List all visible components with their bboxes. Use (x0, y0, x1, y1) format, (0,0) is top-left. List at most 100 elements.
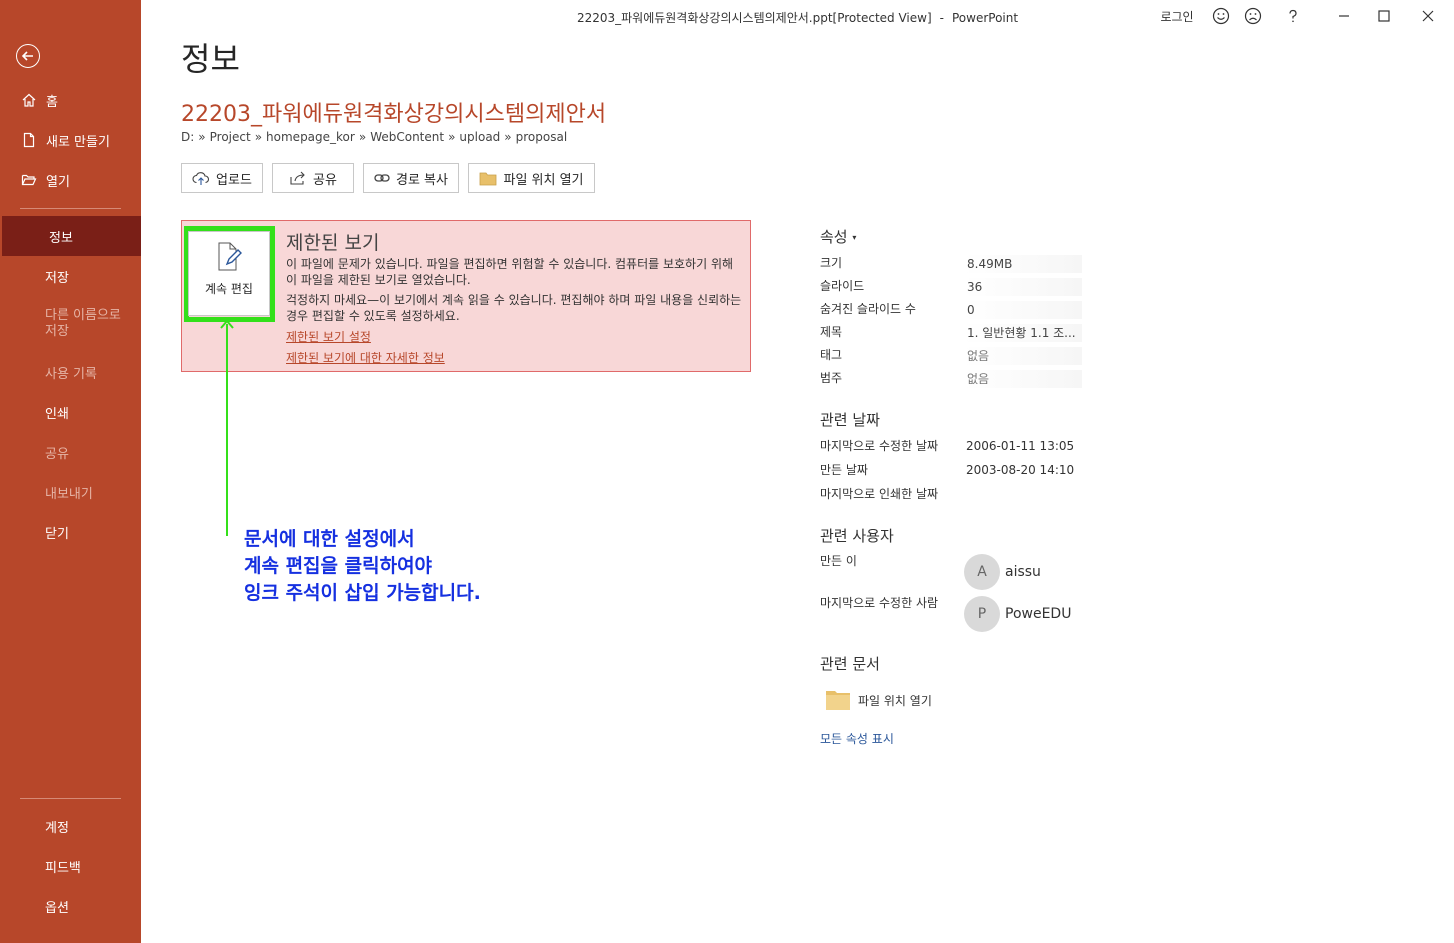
related-people-header: 관련 사용자 (820, 527, 894, 545)
upload-icon (192, 170, 210, 186)
sidebar-item-export[interactable]: 내보내기 (0, 472, 141, 512)
prop-value-title[interactable]: 1. 일반현황 1.1 조... (964, 324, 1082, 342)
protected-view-info-link[interactable]: 제한된 보기에 대한 자세한 정보 (286, 349, 445, 366)
protected-view-title: 제한된 보기 (286, 232, 380, 254)
breadcrumb-item: D: (181, 130, 195, 144)
protected-view-message: 걱정하지 마세요—이 보기에서 계속 읽을 수 있습니다. 편집해야 하며 파일… (286, 293, 742, 323)
prop-value-size: 8.49MB (964, 255, 1082, 273)
prop-label-categories: 범주 (820, 371, 843, 385)
sidebar-item-label: 열기 (46, 174, 70, 190)
sidebar-divider (20, 208, 121, 209)
sidebar-item-label: 인쇄 (45, 406, 69, 422)
dropdown-caret-icon: ▾ (852, 233, 857, 242)
avatar[interactable]: A (964, 554, 1000, 590)
sidebar-item-label: 옵션 (45, 900, 69, 916)
properties-header[interactable]: 속성 ▾ (820, 226, 856, 247)
open-folder-icon (20, 171, 38, 189)
maximize-icon[interactable] (1361, 6, 1407, 26)
home-icon (20, 91, 38, 109)
backstage-sidebar: 홈 새로 만들기 열기 정보 저장 다른 이름으로 저장 사용 기록 인쇄 공유… (0, 0, 141, 943)
date-label-printed: 마지막으로 인쇄한 날짜 (820, 487, 939, 501)
upload-label: 업로드 (216, 172, 252, 188)
sidebar-item-label: 저장 (45, 324, 69, 339)
upload-button[interactable]: 업로드 (181, 163, 263, 193)
prop-value-slides: 36 (964, 278, 1082, 296)
share-button[interactable]: 공유 (272, 163, 354, 193)
related-documents-header: 관련 문서 (820, 655, 880, 673)
open-file-location-link[interactable]: 파일 위치 열기 (858, 692, 932, 709)
document-filename: 22203_파워에듀원격화상강의시스템의제안서.ppt[Protected Vi… (576, 11, 932, 25)
sidebar-item-label: 사용 기록 (45, 366, 97, 382)
sidebar-item-info[interactable]: 정보 (2, 216, 141, 256)
breadcrumb-item: Project (209, 130, 251, 144)
breadcrumb-separator: » (254, 130, 263, 144)
author-label: 만든 이 (820, 554, 857, 568)
breadcrumb-item: proposal (515, 130, 568, 144)
related-dates-header: 관련 날짜 (820, 411, 880, 429)
folder-icon[interactable] (826, 688, 852, 712)
enable-editing-label: 계속 편집 (205, 282, 253, 296)
frown-feedback-icon[interactable] (1241, 6, 1265, 26)
close-icon[interactable] (1405, 6, 1451, 26)
sidebar-item-options[interactable]: 옵션 (0, 886, 141, 926)
sidebar-item-print[interactable]: 인쇄 (0, 392, 141, 432)
signin-button[interactable]: 로그인 (1153, 6, 1201, 26)
annotation-arrowhead (220, 319, 234, 329)
sidebar-item-label: 계정 (45, 820, 69, 836)
breadcrumb-separator: » (504, 130, 512, 144)
last-modified-by-label: 마지막으로 수정한 사람 (820, 596, 939, 610)
help-icon[interactable] (1281, 6, 1305, 26)
avatar[interactable]: P (964, 596, 1000, 632)
date-value-created: 2003-08-20 14:10 (966, 463, 1075, 477)
sidebar-divider (20, 798, 121, 799)
breadcrumb-separator: » (198, 130, 206, 144)
sidebar-item-label: 닫기 (45, 526, 69, 542)
breadcrumb-item: upload (459, 130, 501, 144)
prop-value-tags[interactable]: 없음 (964, 347, 1082, 365)
enable-editing-button[interactable]: 계속 편집 (188, 231, 270, 316)
prop-label-size: 크기 (820, 256, 843, 270)
open-file-location-button[interactable]: 파일 위치 열기 (468, 163, 595, 193)
sidebar-item-new[interactable]: 새로 만들기 (0, 120, 141, 160)
new-file-icon (20, 131, 38, 149)
back-arrow-icon[interactable] (16, 44, 40, 68)
title-bar: 22203_파워에듀원격화상강의시스템의제안서.ppt[Protected Vi… (141, 0, 1454, 32)
prop-value-hidden-slides: 0 (964, 301, 1082, 319)
sidebar-item-home[interactable]: 홈 (0, 80, 141, 120)
open-file-location-label: 파일 위치 열기 (503, 172, 584, 188)
sidebar-item-share[interactable]: 공유 (0, 432, 141, 472)
breadcrumb-item: homepage_kor (266, 130, 355, 144)
page-title: 정보 (181, 40, 240, 78)
properties-header-label: 속성 (820, 228, 848, 246)
prop-value-categories[interactable]: 없음 (964, 370, 1082, 388)
sidebar-item-label: 새로 만들기 (46, 134, 110, 150)
sidebar-item-label: 저장 (45, 270, 69, 286)
document-title: 22203_파워에듀원격화상강의시스템의제안서 (181, 102, 607, 127)
share-label: 공유 (313, 172, 337, 188)
app-name: PowerPoint (951, 11, 1019, 25)
sidebar-item-label: 다른 이름으로 (45, 308, 121, 323)
sidebar-item-label: 피드백 (45, 860, 81, 876)
sidebar-item-save-as[interactable]: 다른 이름으로 저장 (0, 304, 141, 344)
annotation-text: 문서에 대한 설정에서 계속 편집을 클릭하여야 잉크 주석이 삽입 가능합니다… (244, 526, 481, 607)
smile-feedback-icon[interactable] (1209, 6, 1233, 26)
last-modified-by-name[interactable]: PoweEDU (1005, 606, 1071, 622)
sidebar-item-open[interactable]: 열기 (0, 160, 141, 200)
prop-label-title: 제목 (820, 325, 843, 339)
copy-path-label: 경로 복사 (396, 172, 448, 188)
show-all-properties-link[interactable]: 모든 속성 표시 (820, 730, 894, 747)
sidebar-item-save[interactable]: 저장 (0, 256, 141, 296)
protected-view-settings-link[interactable]: 제한된 보기 설정 (286, 328, 371, 345)
sidebar-item-feedback[interactable]: 피드백 (0, 846, 141, 886)
author-name[interactable]: aissu (1005, 564, 1041, 580)
sidebar-item-account[interactable]: 계정 (0, 806, 141, 846)
signin-label: 로그인 (1160, 9, 1194, 24)
sidebar-item-label: 공유 (45, 446, 69, 462)
sidebar-item-label: 내보내기 (45, 486, 93, 502)
annotation-line: 문서에 대한 설정에서 (244, 528, 415, 550)
sidebar-item-history[interactable]: 사용 기록 (0, 352, 141, 392)
breadcrumb-separator: » (448, 130, 456, 144)
sidebar-item-close[interactable]: 닫기 (0, 512, 141, 552)
copy-path-button[interactable]: 경로 복사 (363, 163, 459, 193)
date-value-modified: 2006-01-11 13:05 (966, 439, 1075, 453)
